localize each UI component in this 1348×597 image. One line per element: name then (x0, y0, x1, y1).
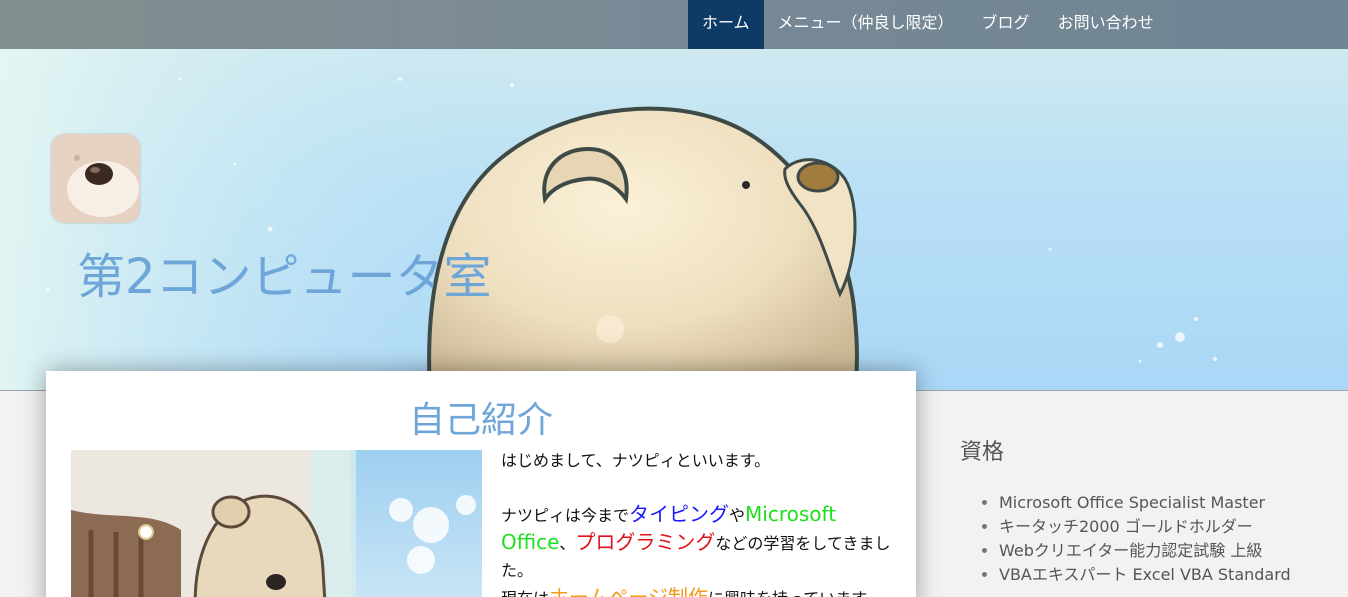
nav-home[interactable]: ホーム (688, 0, 764, 49)
highlight-typing: タイピング (629, 502, 730, 526)
site-logo[interactable] (51, 134, 140, 223)
intro-text-span: ナツピィは今まで (501, 506, 630, 525)
bear-photo (71, 450, 482, 597)
bear-at-window-illustration (71, 450, 482, 597)
intro-text-span: 現在は (501, 589, 549, 597)
qualifications-list: Microsoft Office Specialist Master キータッチ… (999, 491, 1291, 587)
list-item: Microsoft Office Specialist Master (999, 491, 1291, 515)
highlight-homepage: ホームページ制作 (549, 585, 709, 597)
nav-contact[interactable]: お問い合わせ (1044, 0, 1168, 49)
intro-text: はじめまして、ナツピィといいます。 ナツピィは今までタイピングやMicrosof… (501, 447, 896, 597)
list-item: Webクリエイター能力認定試験 上級 (999, 539, 1291, 563)
highlight-programming: プログラミング (575, 530, 716, 554)
hero-banner: 第2コンピュータ室 (0, 49, 1348, 391)
nav-menu[interactable]: メニュー（仲良し限定） (764, 0, 968, 49)
section-title: 自己紹介 (408, 400, 553, 441)
nav-blog[interactable]: ブログ (968, 0, 1044, 49)
intro-text-span: や (729, 506, 746, 525)
self-introduction-card: 自己紹介 はじめまして、ナツピィといいます。 ナツピィは今までタイピングやMic… (46, 371, 916, 597)
main-nav: ホーム メニュー（仲良し限定） ブログ お問い合わせ (688, 0, 1168, 49)
intro-text-span: に興味を持っています。 (708, 589, 882, 597)
intro-text-span: 、 (559, 534, 576, 553)
list-item: VBAエキスパート Excel VBA Standard (999, 563, 1291, 587)
intro-line-1: はじめまして、ナツピィといいます。 (501, 451, 771, 470)
site-title[interactable]: 第2コンピュータ室 (77, 237, 492, 307)
intro-paragraph-2: ナツピィは今までタイピングやMicrosoft Office、プログラミングなど… (501, 501, 896, 584)
list-item: キータッチ2000 ゴールドホルダー (999, 515, 1291, 539)
bear-face-icon (51, 134, 140, 223)
qualifications-title: 資格 (960, 440, 1005, 465)
intro-paragraph-3: 現在はホームページ制作に興味を持っています。 (501, 584, 896, 597)
top-navigation-bar: ホーム メニュー（仲良し限定） ブログ お問い合わせ (0, 0, 1348, 49)
hero-bear-illustration (0, 49, 1217, 390)
